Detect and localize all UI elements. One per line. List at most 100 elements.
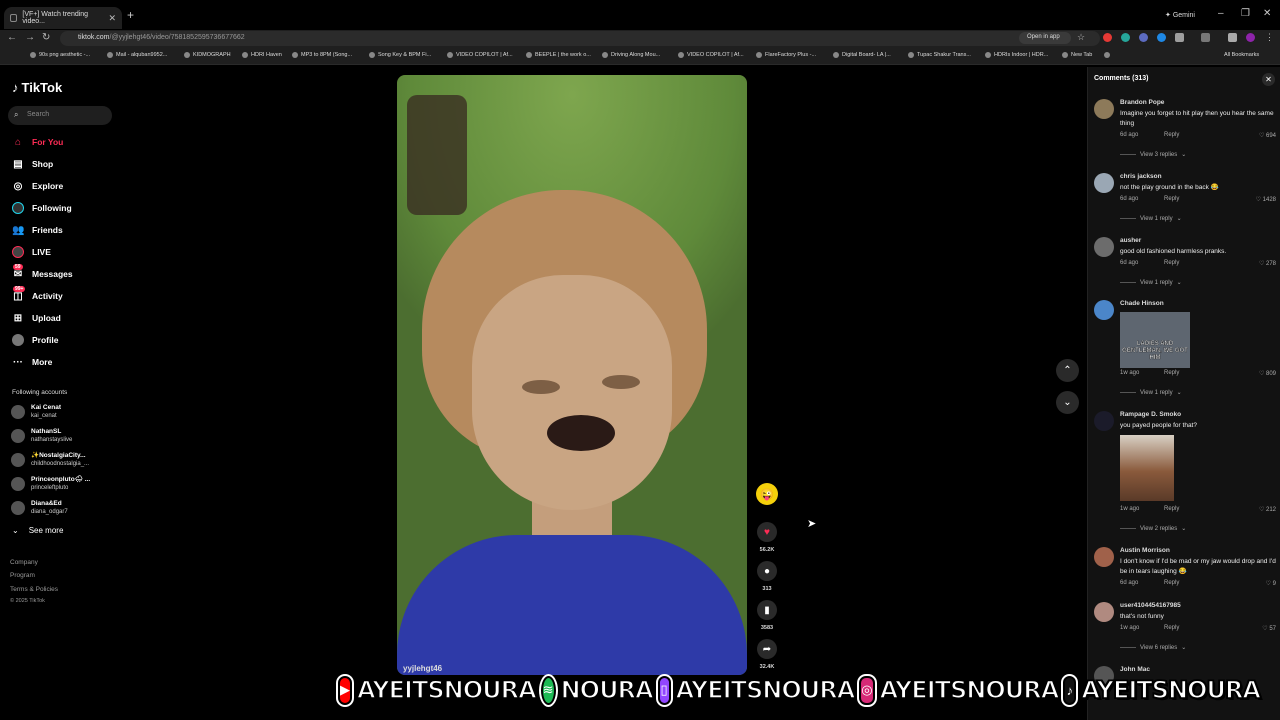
extension-icon[interactable]: [1103, 33, 1112, 42]
bookmark-item[interactable]: VIDEO COPILOT | Af...: [447, 52, 513, 58]
comment-like-button[interactable]: ♡ 212: [1259, 506, 1276, 513]
reply-button[interactable]: Reply: [1164, 196, 1179, 202]
comment-like-button[interactable]: ♡ 57: [1262, 625, 1276, 632]
avatar[interactable]: [1094, 99, 1114, 119]
following-account[interactable]: NathanSL nathanstayslive: [11, 428, 72, 444]
sidebar-item-more[interactable]: ··· More: [12, 355, 52, 369]
bookmark-item[interactable]: New Tab: [1062, 52, 1092, 58]
comment-author[interactable]: Brandon Pope: [1120, 99, 1164, 106]
comment-like-button[interactable]: ♡ 278: [1259, 260, 1276, 267]
sidebar-item-following[interactable]: Following: [12, 201, 72, 215]
forward-icon[interactable]: →: [25, 32, 35, 43]
save-button[interactable]: ▮ 3583: [757, 600, 777, 631]
comment-author[interactable]: ausher: [1120, 237, 1141, 244]
open-in-app-button[interactable]: Open in app: [1019, 32, 1071, 44]
creator-avatar-emoji-icon[interactable]: 😜: [756, 483, 778, 505]
comment-author[interactable]: chris jackson: [1120, 173, 1162, 180]
all-bookmarks[interactable]: All Bookmarks: [1224, 52, 1259, 58]
bookmark-item[interactable]: HDRIs Indoor | HDR...: [985, 52, 1048, 58]
comment-author[interactable]: John Mac: [1120, 666, 1150, 673]
comment-author[interactable]: Austin Morrison: [1120, 547, 1170, 554]
bookmark-item[interactable]: Song Key & BPM Fi...: [369, 52, 431, 58]
view-replies-button[interactable]: View 1 reply ⌄: [1120, 215, 1182, 222]
reply-button[interactable]: Reply: [1164, 132, 1179, 138]
comment-image[interactable]: [1120, 435, 1174, 501]
avatar[interactable]: [1094, 547, 1114, 567]
see-more-button[interactable]: ⌄ See more: [12, 526, 63, 535]
extension-icon[interactable]: [1139, 33, 1148, 42]
comment-like-button[interactable]: ♡ 9: [1266, 580, 1276, 587]
reply-button[interactable]: Reply: [1164, 625, 1179, 631]
bookmark-item[interactable]: HDRI Haven: [242, 52, 282, 58]
sidebar-item-messages[interactable]: ✉ 59 Messages: [12, 263, 73, 281]
comment-image[interactable]: LADIES AND GENTLEMAN, WE GOT HIM: [1120, 312, 1190, 368]
search-input[interactable]: ⌕ Search: [8, 106, 112, 125]
avatar[interactable]: [1094, 602, 1114, 622]
reload-icon[interactable]: ↻: [42, 32, 50, 43]
sidebar-item-friends[interactable]: 👥 Friends: [12, 223, 63, 237]
bookmark-item[interactable]: MP3 to 8PM (Song...: [292, 52, 352, 58]
footer-link-program[interactable]: Program: [10, 572, 35, 579]
profile-avatar-icon[interactable]: [1246, 33, 1255, 42]
window-close-icon[interactable]: ✕: [1263, 8, 1271, 19]
bookmark-star-icon[interactable]: ☆: [1077, 32, 1085, 43]
bookmark-item[interactable]: Mail - alquban9952...: [107, 52, 167, 58]
back-icon[interactable]: ←: [7, 32, 17, 43]
bookmark-item[interactable]: BEEPLE | the work o...: [526, 52, 591, 58]
avatar[interactable]: [1094, 300, 1114, 320]
browser-tab[interactable]: [VF+] Watch trending video... ✕: [4, 7, 122, 29]
following-account[interactable]: ✨NostalgiaCity... childhoodnostalgia_...: [11, 452, 89, 468]
bookmark-item[interactable]: Digital Board- LA |...: [833, 52, 891, 58]
minimize-icon[interactable]: –: [1218, 8, 1224, 19]
avatar[interactable]: [1094, 173, 1114, 193]
comment-button[interactable]: ● 313: [757, 561, 777, 592]
bookmark-item[interactable]: KIDMOGRAPH: [184, 52, 231, 58]
avatar[interactable]: [1094, 237, 1114, 257]
view-replies-button[interactable]: View 1 reply ⌄: [1120, 279, 1182, 286]
sidebar-item-shop[interactable]: ▤ Shop: [12, 157, 53, 171]
extension-icon[interactable]: [1121, 33, 1130, 42]
bookmark-item[interactable]: [1104, 52, 1110, 58]
sidebar-item-explore[interactable]: ◎ Explore: [12, 179, 64, 193]
bookmark-item[interactable]: VIDEO COPILOT | Af...: [678, 52, 744, 58]
bookmark-item[interactable]: FlareFactory Plus -...: [756, 52, 816, 58]
sidebar-item-live[interactable]: LIVE: [12, 245, 51, 259]
video-username[interactable]: yyjlehgt46: [403, 664, 442, 673]
restore-icon[interactable]: ❐: [1241, 8, 1250, 19]
bookmark-item[interactable]: 90s png aesthetic -...: [30, 52, 90, 58]
share-button[interactable]: ➦ 32.4K: [757, 639, 777, 670]
gemini-button[interactable]: ✦ Gemini: [1165, 11, 1195, 19]
comment-author[interactable]: user4104454167985: [1120, 602, 1181, 609]
view-replies-button[interactable]: View 3 replies ⌄: [1120, 151, 1186, 158]
reply-button[interactable]: Reply: [1164, 580, 1179, 586]
reply-button[interactable]: Reply: [1164, 506, 1179, 512]
new-tab-button[interactable]: +: [127, 8, 134, 22]
comment-author[interactable]: Rampage D. Smoko: [1120, 411, 1181, 418]
view-replies-button[interactable]: View 6 replies ⌄: [1120, 644, 1186, 651]
previous-video-button[interactable]: ⌃: [1056, 359, 1079, 382]
bookmark-item[interactable]: Driving Along Mou...: [602, 52, 660, 58]
video-player[interactable]: [397, 75, 747, 675]
view-replies-button[interactable]: View 1 reply ⌄: [1120, 389, 1182, 396]
following-account[interactable]: Princeonpluto🌧 ... princeleftpluto: [11, 476, 90, 492]
comments-close-icon[interactable]: ✕: [1262, 73, 1275, 86]
comment-author[interactable]: Chade Hinson: [1120, 300, 1164, 307]
extension-icon[interactable]: [1157, 33, 1166, 42]
comment-like-button[interactable]: ♡ 694: [1259, 132, 1276, 139]
extensions-puzzle-icon[interactable]: [1175, 33, 1184, 42]
download-icon[interactable]: [1228, 33, 1237, 42]
like-button[interactable]: ♥ 56.2K: [757, 522, 777, 553]
browser-menu-icon[interactable]: ⋮: [1265, 32, 1274, 43]
tiktok-logo[interactable]: ♪ TikTok: [12, 80, 62, 95]
reply-button[interactable]: Reply: [1164, 260, 1179, 266]
avatar[interactable]: [1094, 411, 1114, 431]
sidebar-item-for-you[interactable]: ⌂ For You: [12, 135, 63, 149]
bookmark-item[interactable]: Tupac Shakur Trans...: [908, 52, 971, 58]
reply-button[interactable]: Reply: [1164, 370, 1179, 376]
comment-like-button[interactable]: ♡ 1428: [1256, 196, 1276, 203]
comment-like-button[interactable]: ♡ 809: [1259, 370, 1276, 377]
address-bar[interactable]: tiktok.com/@yyjlehgt46/video/75818525957…: [60, 31, 1100, 46]
view-replies-button[interactable]: View 2 replies ⌄: [1120, 525, 1186, 532]
following-account[interactable]: Diana&Ed diana_odgar7: [11, 500, 68, 516]
next-video-button[interactable]: ⌄: [1056, 391, 1079, 414]
